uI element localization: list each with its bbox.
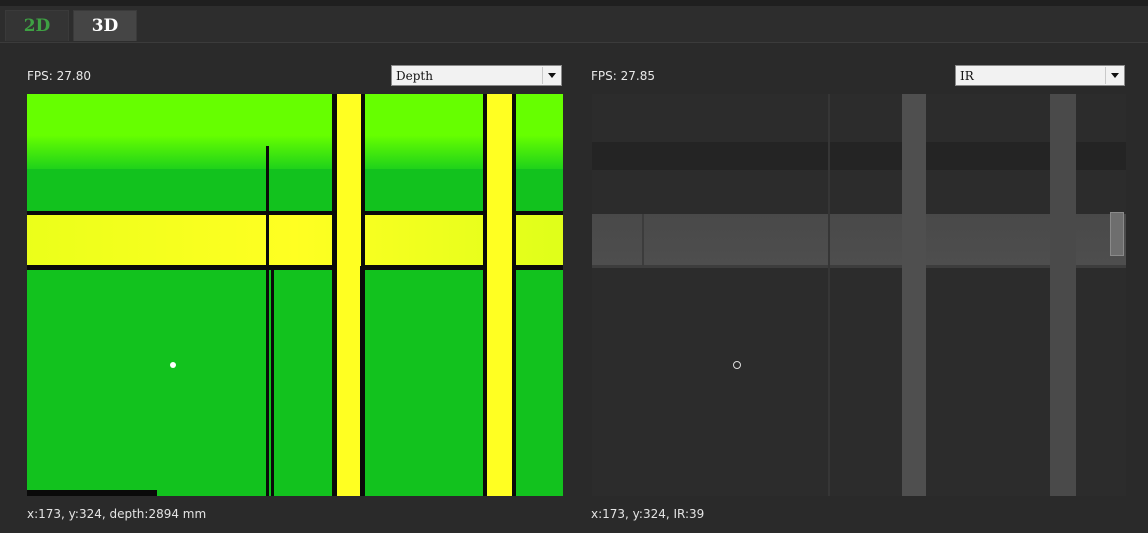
depth-seam-line [271,266,274,496]
ir-vertical-beam [902,94,926,496]
right-cursor-readout: x:173, y:324, IR:39 [591,507,705,521]
ir-beam-edge [592,265,1126,268]
ir-seam-line [642,214,644,266]
cursor-marker [733,361,741,369]
depth-seam-line [266,146,269,496]
chevron-down-icon[interactable] [1105,67,1123,84]
right-mode-select[interactable]: IR [955,65,1125,86]
left-mode-value: Depth [396,69,433,83]
depth-view[interactable] [27,94,563,496]
depth-vertical-beam [487,94,512,496]
right-fps-label: FPS: 27.85 [591,69,655,83]
view-tab-bar: 2D 3D [0,6,1148,43]
ir-seam-line [828,94,830,496]
depth-vertical-beam [337,94,361,496]
right-mode-value: IR [960,69,974,83]
ir-vertical-beam [1050,94,1076,496]
left-cursor-readout: x:173, y:324, depth:2894 mm [27,507,207,521]
depth-edge-line [483,94,487,496]
depth-bottom-edge [27,490,157,496]
left-fps-label: FPS: 27.80 [27,69,91,83]
ir-edge-bracket [1110,212,1124,256]
tab-3d[interactable]: 3D [73,10,137,41]
ir-upper-band [592,142,1126,170]
chevron-down-icon[interactable] [542,67,560,84]
left-mode-select[interactable]: Depth [391,65,562,86]
cursor-marker [170,362,176,368]
ir-view[interactable] [592,94,1126,496]
depth-seam-line [360,266,363,496]
ir-horizontal-beam [592,214,1126,266]
tab-2d[interactable]: 2D [5,10,69,41]
depth-edge-line [332,94,337,496]
depth-edge-line [512,94,516,496]
